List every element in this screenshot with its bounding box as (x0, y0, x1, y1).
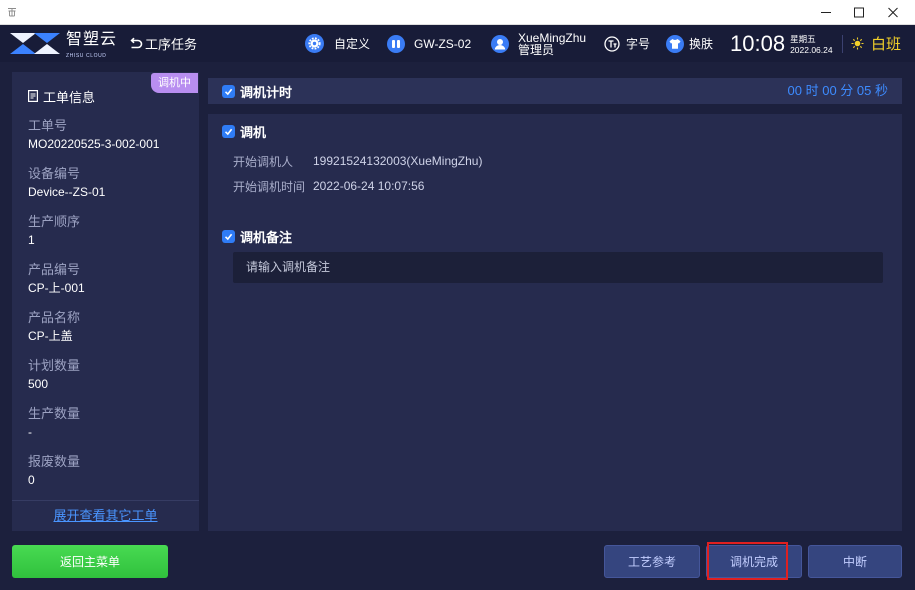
customize-label: 自定义 (334, 37, 371, 51)
setup-start-time-row: 开始调机时间 2022-06-24 10:07:56 (233, 178, 424, 194)
user-name: XueMingZhu (518, 30, 587, 45)
info-label: 开始调机人 (233, 154, 294, 169)
setup-panel: 调机 开始调机人 19921524132003(XueMingZhu) 开始调机… (208, 114, 902, 531)
field-label: 生产数量 (28, 406, 81, 421)
setup-heading: 调机 (222, 123, 267, 140)
clock: 10:08 星期五 2022.06.24 (730, 25, 833, 62)
header-divider (842, 35, 843, 53)
status-badge: 调机中 (151, 73, 198, 93)
work-order-field: 生产顺序 1 (28, 214, 193, 262)
field-value: 500 (28, 377, 49, 391)
field-label: 报废数量 (28, 454, 81, 469)
setup-timer-bar: 调机计时 00 时 00 分 05 秒 (208, 78, 902, 104)
maximize-icon (854, 7, 864, 18)
sidebar-footer: 展开查看其它工单 (12, 500, 199, 531)
work-order-field: 设备编号 Device--ZS-01 (28, 166, 193, 214)
user-role: 管理员 (518, 42, 555, 57)
field-label: 计划数量 (28, 358, 81, 373)
field-label: 生产顺序 (28, 214, 81, 229)
back-label: 工序任务 (145, 37, 198, 52)
back-to-main-menu-button[interactable]: 返回主菜单 (12, 545, 168, 578)
clock-time: 10:08 (730, 30, 786, 56)
section-icon (222, 229, 235, 243)
app-header: 智塑云 ZHISU CLOUD 工序任务 自定义 GW-ZS-02 XueMin… (0, 25, 915, 62)
info-value: 19921524132003(XueMingZhu) (313, 154, 483, 168)
window-title-bar (0, 0, 915, 25)
skin-button[interactable]: 换肤 (666, 25, 713, 62)
close-icon (888, 7, 898, 18)
gear-icon (305, 34, 324, 53)
work-order-field: 计划数量 500 (28, 358, 193, 406)
panel-title: 工单信息 (28, 88, 96, 105)
timer-title: 调机计时 (240, 84, 293, 100)
brand-name: 智塑云 (66, 31, 118, 48)
minimize-icon (821, 12, 831, 13)
field-label: 设备编号 (28, 166, 81, 181)
clock-date-value: 2022.06.24 (790, 44, 833, 55)
zhisu-logo-icon (10, 33, 60, 54)
finish-setup-button[interactable]: 调机完成 (706, 545, 802, 578)
clock-date: 星期五 2022.06.24 (790, 34, 833, 56)
font-size-icon (604, 35, 620, 52)
setup-title: 调机 (240, 124, 267, 140)
skin-label: 换肤 (689, 37, 714, 51)
user-avatar-icon (491, 34, 509, 53)
app-icon (7, 7, 17, 17)
panel-title-text: 工单信息 (43, 89, 96, 105)
remarks-heading: 调机备注 (222, 228, 293, 245)
section-icon (222, 124, 235, 138)
section-icon (222, 84, 235, 98)
minimize-button[interactable] (812, 0, 840, 25)
shirt-icon (666, 34, 684, 53)
close-button[interactable] (879, 0, 907, 25)
station-icon (387, 34, 405, 53)
work-order-panel: 调机中 工单信息 工单号 MO20220525-3-002-001 设备编号 D… (12, 72, 199, 531)
shift-label: 白班 (871, 36, 902, 53)
process-reference-button[interactable]: 工艺参考 (604, 545, 700, 578)
station-label: GW-ZS-02 (414, 36, 472, 51)
sun-icon (851, 37, 864, 50)
user-menu[interactable]: XueMingZhu 管理员 (491, 25, 586, 62)
font-size-label: 字号 (626, 37, 651, 51)
document-icon (28, 90, 38, 102)
work-order-field: 生产数量 - (28, 406, 193, 454)
user-info: XueMingZhu 管理员 (518, 32, 586, 56)
shift-indicator: 白班 (851, 25, 901, 62)
field-value: Device--ZS-01 (28, 185, 106, 199)
field-value: CP-上-001 (28, 281, 85, 295)
interrupt-button[interactable]: 中断 (808, 545, 902, 578)
brand-subtitle: ZHISU CLOUD (66, 53, 107, 59)
remarks-title: 调机备注 (240, 229, 293, 245)
field-label: 产品名称 (28, 310, 81, 325)
back-to-process-tasks-button[interactable]: 工序任务 (129, 25, 197, 62)
timer-heading: 调机计时 (222, 78, 292, 104)
work-order-field: 工单号 MO20220525-3-002-001 (28, 118, 193, 166)
info-value: 2022-06-24 10:07:56 (313, 179, 425, 193)
field-value: 1 (28, 233, 35, 247)
work-order-field: 产品编号 CP-上-001 (28, 262, 193, 310)
maximize-button[interactable] (845, 0, 873, 25)
work-order-field: 产品名称 CP-上盖 (28, 310, 193, 358)
setup-operator-row: 开始调机人 19921524132003(XueMingZhu) (233, 153, 482, 169)
field-value: 0 (28, 473, 35, 487)
field-value: CP-上盖 (28, 329, 73, 343)
elapsed-time: 00 时 00 分 05 秒 (787, 83, 888, 98)
station-selector[interactable]: GW-ZS-02 (387, 25, 471, 62)
field-label: 工单号 (28, 118, 68, 133)
info-label: 开始调机时间 (233, 179, 306, 194)
work-order-field: 报废数量 0 (28, 454, 193, 502)
setup-remarks-input[interactable] (233, 252, 883, 283)
field-list: 工单号 MO20220525-3-002-001 设备编号 Device--ZS… (28, 118, 193, 502)
expand-other-orders-link[interactable]: 展开查看其它工单 (53, 508, 157, 523)
field-value: MO20220525-3-002-001 (28, 137, 160, 151)
field-label: 产品编号 (28, 262, 81, 277)
font-size-button[interactable]: 字号 (604, 25, 650, 62)
back-arrow-icon (130, 37, 143, 48)
customize-button[interactable]: 自定义 (305, 25, 370, 62)
field-value: - (28, 425, 32, 439)
clock-weekday: 星期五 (790, 33, 816, 44)
